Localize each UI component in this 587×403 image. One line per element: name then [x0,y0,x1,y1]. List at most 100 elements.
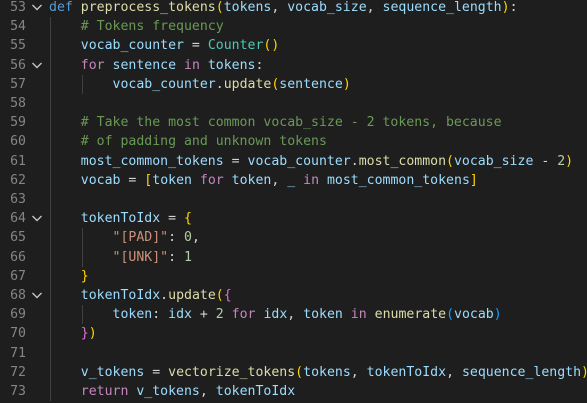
code-text[interactable]: tokenToIdx = { [49,209,192,228]
code-text[interactable]: # Take the most common vocab_size - 2 to… [49,113,502,132]
code-text[interactable]: # Tokens frequency [49,17,224,36]
chevron-down-icon[interactable] [31,56,45,75]
code-text[interactable]: def preprocess_tokens(tokens, vocab_size… [49,0,518,17]
code-token: idx [168,307,192,323]
code-token: ) [88,326,97,342]
code-line[interactable]: 62 vocab = [token for token, _ in most_c… [0,171,587,190]
code-token: v_tokens [80,364,145,380]
code-token: , [350,364,367,380]
line-number: 55 [10,38,26,54]
code-token: . [350,153,359,169]
line-number: 59 [10,115,26,131]
code-token: . [215,76,224,92]
code-token: vocab_size [287,0,367,15]
code-text[interactable]: } [49,267,89,286]
code-token: vocab_counter [80,38,184,54]
code-line[interactable]: 60 # of padding and unknown tokens [0,132,587,151]
code-line[interactable]: 70 }) [0,324,587,343]
code-token: { [223,288,232,303]
code-text[interactable]: # of padding and unknown tokens [49,132,327,151]
code-token: v_tokens [136,384,200,399]
code-token: ) [493,307,502,323]
code-line[interactable]: 69 token: idx + 2 for idx, token in enum… [0,305,587,324]
code-text[interactable]: tokenToIdx.update({ [49,286,232,305]
code-token: ) [342,76,351,92]
chevron-down-icon[interactable] [31,209,45,228]
code-token: ) [581,365,587,380]
code-token: "[PAD]" [112,230,169,246]
line-number: 64 [10,211,26,227]
code-token: : [152,307,169,323]
code-token: def [49,0,81,15]
code-text[interactable]: token: idx + 2 for idx, token in enumera… [49,305,502,324]
code-line[interactable]: 73 return v_tokens, tokenToIdx [0,382,587,401]
line-number: 56 [10,57,26,73]
code-text[interactable]: v_tokens = vectorize_tokens(tokens, toke… [49,363,587,382]
code-token: ) [565,153,574,169]
code-token: in [176,57,208,73]
code-line[interactable]: 64 tokenToIdx = { [0,209,587,228]
code-token: () [263,38,280,54]
code-text[interactable]: }) [49,324,97,343]
code-token: most_common [358,153,447,169]
code-token: for [223,307,264,323]
code-token: tokenToIdx [80,211,161,227]
code-token: token [303,307,343,323]
code-token: ( [446,153,454,169]
code-line[interactable]: 53 def preprocess_tokens(tokens, vocab_si… [0,0,587,17]
code-text[interactable]: "[UNK]": 1 [49,248,192,267]
code-line[interactable]: 66 "[UNK]": 1 [0,248,587,267]
line-number: 73 [10,384,26,399]
code-token: sequence_length [461,364,582,380]
code-line[interactable]: 67 } [0,267,587,286]
code-text[interactable]: "[PAD]": 0, [49,228,200,247]
code-editor[interactable]: 53 def preprocess_tokens(tokens, vocab_si… [0,0,587,403]
code-line[interactable]: 72 v_tokens = vectorize_tokens(tokens, t… [0,363,587,382]
code-line[interactable]: 63 [0,190,587,209]
code-token: # of padding and unknown tokens [80,134,327,150]
code-line[interactable]: 56 for sentence in tokens: [0,56,587,75]
code-line[interactable]: 71 [0,344,587,363]
code-token: sentence [112,57,177,73]
code-token: # Tokens frequency [80,19,224,35]
line-number: 71 [10,345,26,361]
chevron-down-icon[interactable] [31,286,45,305]
chevron-down-icon[interactable] [31,0,45,17]
code-token: , [271,0,288,15]
code-token: , [366,0,383,15]
code-line[interactable]: 59 # Take the most common vocab_size - 2… [0,113,587,132]
code-line[interactable]: 55 vocab_counter = Counter() [0,36,587,55]
code-token: } [80,268,89,284]
code-token: , [199,384,216,399]
code-text[interactable]: most_common_tokens = vocab_counter.most_… [49,152,573,171]
code-token: , [271,172,288,188]
code-text[interactable]: for sentence in tokens: [49,56,264,75]
code-text[interactable]: vocab_counter = Counter() [49,36,280,55]
line-number: 53 [10,0,26,15]
code-token: 0 [184,230,192,246]
code-token: sentence [279,76,343,92]
code-token: update [168,288,216,303]
code-line[interactable]: 61 most_common_tokens = vocab_counter.mo… [0,152,587,171]
line-number: 63 [10,192,26,207]
code-token: # Take the most common vocab_size - 2 to… [80,115,502,131]
code-text[interactable]: vocab_counter.update(sentence) [49,75,351,94]
code-token: enumerate [374,307,447,323]
code-token: + [191,307,216,323]
line-number: 65 [10,230,26,246]
code-line[interactable]: 57 vocab_counter.update(sentence) [0,75,587,94]
code-line[interactable]: 68 tokenToIdx.update({ [0,286,587,305]
code-text[interactable]: return v_tokens, tokenToIdx [49,382,295,401]
code-line[interactable]: 65 "[PAD]": 0, [0,228,587,247]
code-token: vectorize_tokens [168,364,296,380]
code-line[interactable]: 58 [0,94,587,113]
code-text[interactable]: vocab = [token for token, _ in most_comm… [49,171,478,190]
code-line[interactable]: 54 # Tokens frequency [0,17,587,36]
